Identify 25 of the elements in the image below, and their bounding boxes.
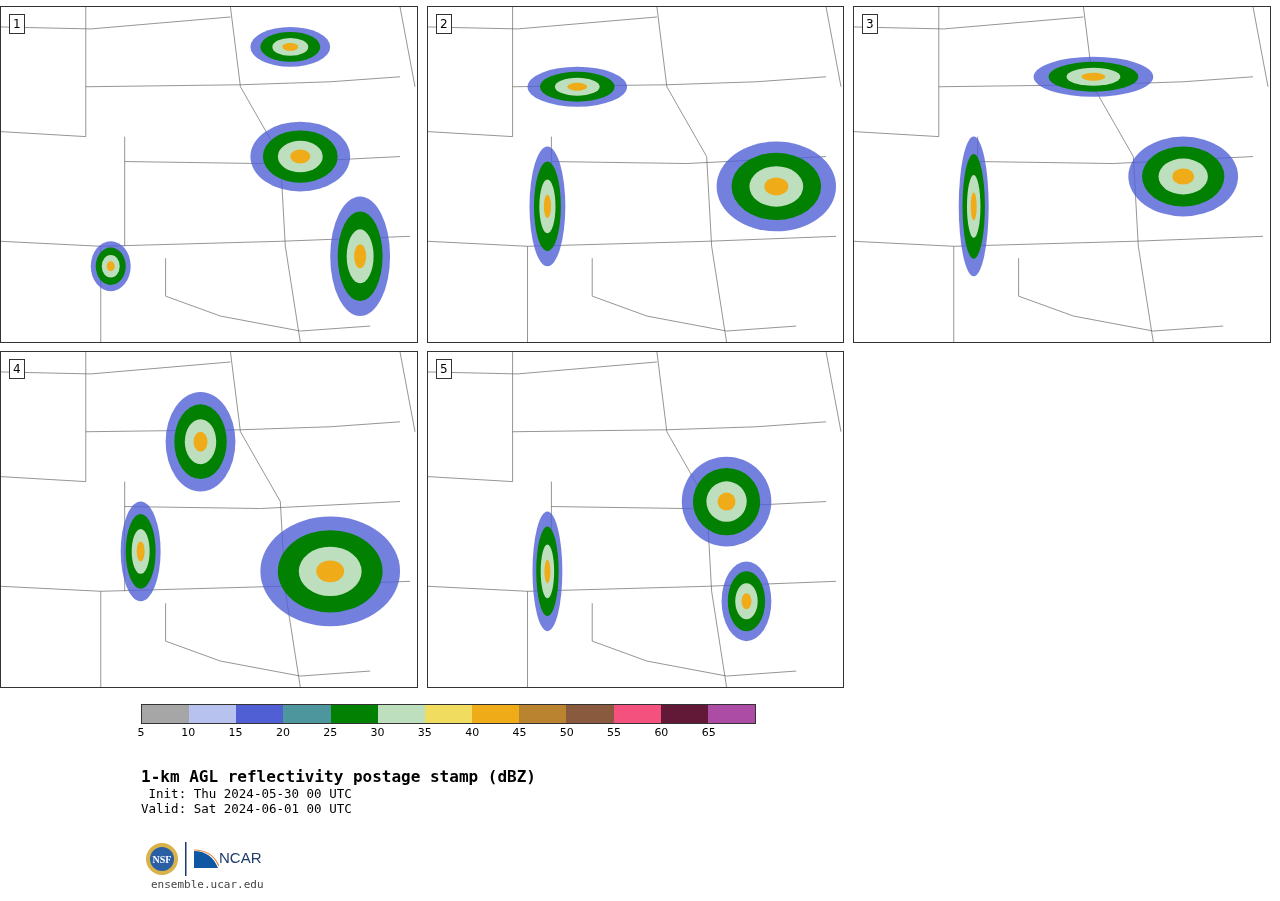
scale-tick-label: 5 [137,726,145,740]
scale-tick-label: 25 [323,726,338,740]
panel-number: 3 [862,14,878,34]
panel-number: 5 [436,359,452,379]
valid-time-text: Valid: Sat 2024-06-01 00 UTC [141,800,353,816]
scale-tick-label: 15 [228,726,243,740]
nsf-logo: NSF [145,841,179,876]
scale-tick-label: 55 [607,726,622,740]
panel-number: 2 [436,14,452,34]
scale-tick-label: 40 [465,726,480,740]
scale-tick-label: 60 [654,726,669,740]
scale-tick-label: 30 [370,726,385,740]
plot-title: 1-km AGL reflectivity postage stamp (dBZ) [141,768,537,786]
logo-divider [185,841,187,876]
scale-tick-label: 50 [559,726,574,740]
scale-tick-label: 10 [181,726,196,740]
panel-number: 4 [9,359,25,379]
scale-tick-label: 65 [701,726,716,740]
scale-tick-label: 35 [417,726,432,740]
ncar-logo: NCAR [193,847,262,870]
init-time-text: Init: Thu 2024-05-30 00 UTC [147,785,353,801]
scale-tick-label: 45 [512,726,527,740]
website-url: ensemble.ucar.edu [151,877,265,891]
scale-tick-label: 20 [275,726,290,740]
panel-number: 1 [9,14,25,34]
